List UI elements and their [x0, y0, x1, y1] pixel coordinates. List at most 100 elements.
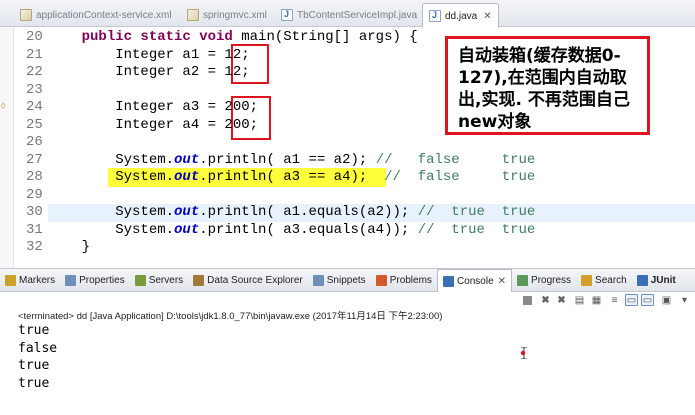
view-tab-label: Properties	[79, 274, 125, 286]
line-number: 27	[26, 151, 43, 168]
line-number: 26	[26, 134, 43, 150]
pin-console-icon[interactable]: ▣	[660, 294, 673, 306]
line-number: 30	[26, 204, 43, 220]
tab-junit[interactable]: JUnit	[632, 269, 681, 291]
console-line: true	[18, 358, 50, 374]
snippets-icon	[312, 274, 324, 286]
code-token: System.	[48, 221, 175, 238]
servers-icon	[134, 274, 146, 286]
view-tab-label: Console	[456, 275, 494, 287]
line-number: 21	[26, 46, 43, 63]
line-number: 20	[26, 29, 43, 45]
callout-text: 自动装箱(缓存数据0-127),在范围内自动取出,实现. 不再范围自己new对象	[458, 46, 630, 132]
code-token: Integer a2 = 12;	[48, 64, 250, 80]
tab-applicationcontext-service[interactable]: applicationContext-service.xml	[14, 3, 178, 27]
console-line: true	[18, 376, 50, 392]
tab-label: TbContentServiceImpl.java	[297, 9, 418, 21]
view-tab-bar: Markers Properties Servers Data Source Expl…	[0, 268, 695, 292]
console-icon	[442, 275, 454, 287]
line-number: 25	[26, 116, 43, 133]
line-number: 29	[26, 186, 43, 203]
tab-search[interactable]: Search	[576, 269, 632, 291]
remove-launch-icon[interactable]: ✖	[539, 294, 552, 306]
line-number: 28	[26, 169, 43, 185]
tab-dd-java[interactable]: dd.java ✕	[422, 3, 499, 28]
annotation-callout: 自动装箱(缓存数据0-127),在范围内自动取出,实现. 不再范围自己new对象	[445, 36, 650, 135]
code-token: main(String[] args) {	[232, 29, 418, 45]
code-token: out	[174, 204, 200, 220]
show-console-error-icon[interactable]: ▭	[641, 294, 654, 306]
code-token: System.	[48, 151, 175, 168]
junit-icon	[636, 274, 648, 286]
code-line[interactable]: 28 System.out.println( a3 == a4); // fal…	[26, 169, 695, 187]
code-token: out	[174, 221, 200, 238]
view-tab-label: Markers	[19, 274, 56, 286]
line-number: 32	[26, 239, 43, 255]
terminated-status: <terminated> dd [Java Application] D:\to…	[18, 311, 443, 322]
close-icon[interactable]: ✕	[498, 276, 506, 287]
code-line[interactable]: 27 System.out.println( a1 == a2); // fal…	[26, 151, 695, 170]
tab-data-source-explorer[interactable]: Data Source Explorer	[188, 269, 308, 291]
code-token: .println( a1 == a2);	[199, 151, 376, 168]
console-toolbar: ✖ ✖ ▤ ▦ ≡ ▭ ▭ ▣ ▾	[0, 292, 695, 308]
clear-console-icon[interactable]: ▤	[573, 294, 586, 306]
tab-progress[interactable]: Progress	[512, 269, 576, 291]
word-wrap-icon[interactable]: ≡	[608, 294, 621, 306]
code-token: .println( a3 == a4);	[199, 169, 385, 185]
code-line[interactable]: 30 System.out.println( a1.equals(a2)); /…	[26, 204, 695, 222]
tab-problems[interactable]: Problems	[371, 269, 437, 291]
view-tab-label: Data Source Explorer	[207, 274, 303, 286]
tab-markers[interactable]: Markers	[0, 269, 60, 291]
tab-springmvc[interactable]: springmvc.xml	[181, 3, 273, 27]
tab-servers[interactable]: Servers	[130, 269, 188, 291]
display-console-icon[interactable]: ▾	[678, 294, 691, 306]
console-output[interactable]: true false true true	[18, 322, 678, 415]
code-token: // false true	[384, 169, 536, 185]
code-token: Integer a1 = 12;	[48, 46, 250, 63]
line-number: 23	[26, 81, 43, 98]
console-line: true	[18, 323, 50, 338]
code-token: out	[174, 169, 200, 185]
view-tab-label: Progress	[531, 274, 572, 286]
marker-icon: ◊	[1, 101, 6, 111]
line-number: 24	[26, 99, 43, 115]
java-file-icon	[281, 9, 293, 21]
line-number: 31	[26, 221, 43, 238]
search-icon	[581, 274, 593, 286]
code-token: // true true	[417, 204, 536, 220]
show-console-output-icon[interactable]: ▭	[625, 294, 638, 306]
tab-console[interactable]: Console ✕	[436, 269, 513, 292]
code-token: // true true	[417, 221, 536, 238]
editor-tab-bar: applicationContext-service.xml springmvc…	[0, 0, 695, 28]
data-source-icon	[193, 274, 205, 286]
code-token: // false true	[375, 151, 536, 168]
code-token: out	[174, 151, 200, 168]
remove-all-icon[interactable]: ✖	[555, 294, 568, 306]
tab-tbcontentserviceimpl[interactable]: TbContentServiceImpl.java	[275, 3, 423, 27]
line-number: 22	[26, 64, 43, 80]
close-icon[interactable]: ✕	[483, 11, 491, 22]
properties-icon	[65, 274, 77, 286]
xml-file-icon	[187, 9, 199, 21]
tab-properties[interactable]: Properties	[60, 269, 130, 291]
code-line[interactable]: 29	[26, 187, 695, 205]
view-tab-label: JUnit	[650, 274, 676, 286]
tab-label: dd.java	[445, 10, 478, 22]
code-line[interactable]: 32 }	[26, 239, 695, 257]
code-token: Integer a4 = 200;	[48, 116, 259, 133]
tab-label: applicationContext-service.xml	[36, 9, 172, 21]
code-token: public static void	[81, 29, 233, 45]
tab-label: springmvc.xml	[203, 9, 267, 21]
view-tab-label: Snippets	[326, 274, 366, 286]
xml-file-icon	[20, 9, 32, 21]
progress-icon	[517, 274, 529, 286]
tab-snippets[interactable]: Snippets	[308, 269, 371, 291]
code-token: Integer a3 = 200;	[48, 99, 259, 115]
code-line[interactable]: 26	[26, 134, 695, 152]
editor-ruler: ◊	[0, 27, 14, 268]
scroll-lock-icon[interactable]: ▦	[590, 294, 603, 306]
view-tab-label: Servers	[148, 274, 184, 286]
code-line[interactable]: 31 System.out.println( a3.equals(a4)); /…	[26, 221, 695, 240]
stop-icon[interactable]	[523, 296, 532, 305]
